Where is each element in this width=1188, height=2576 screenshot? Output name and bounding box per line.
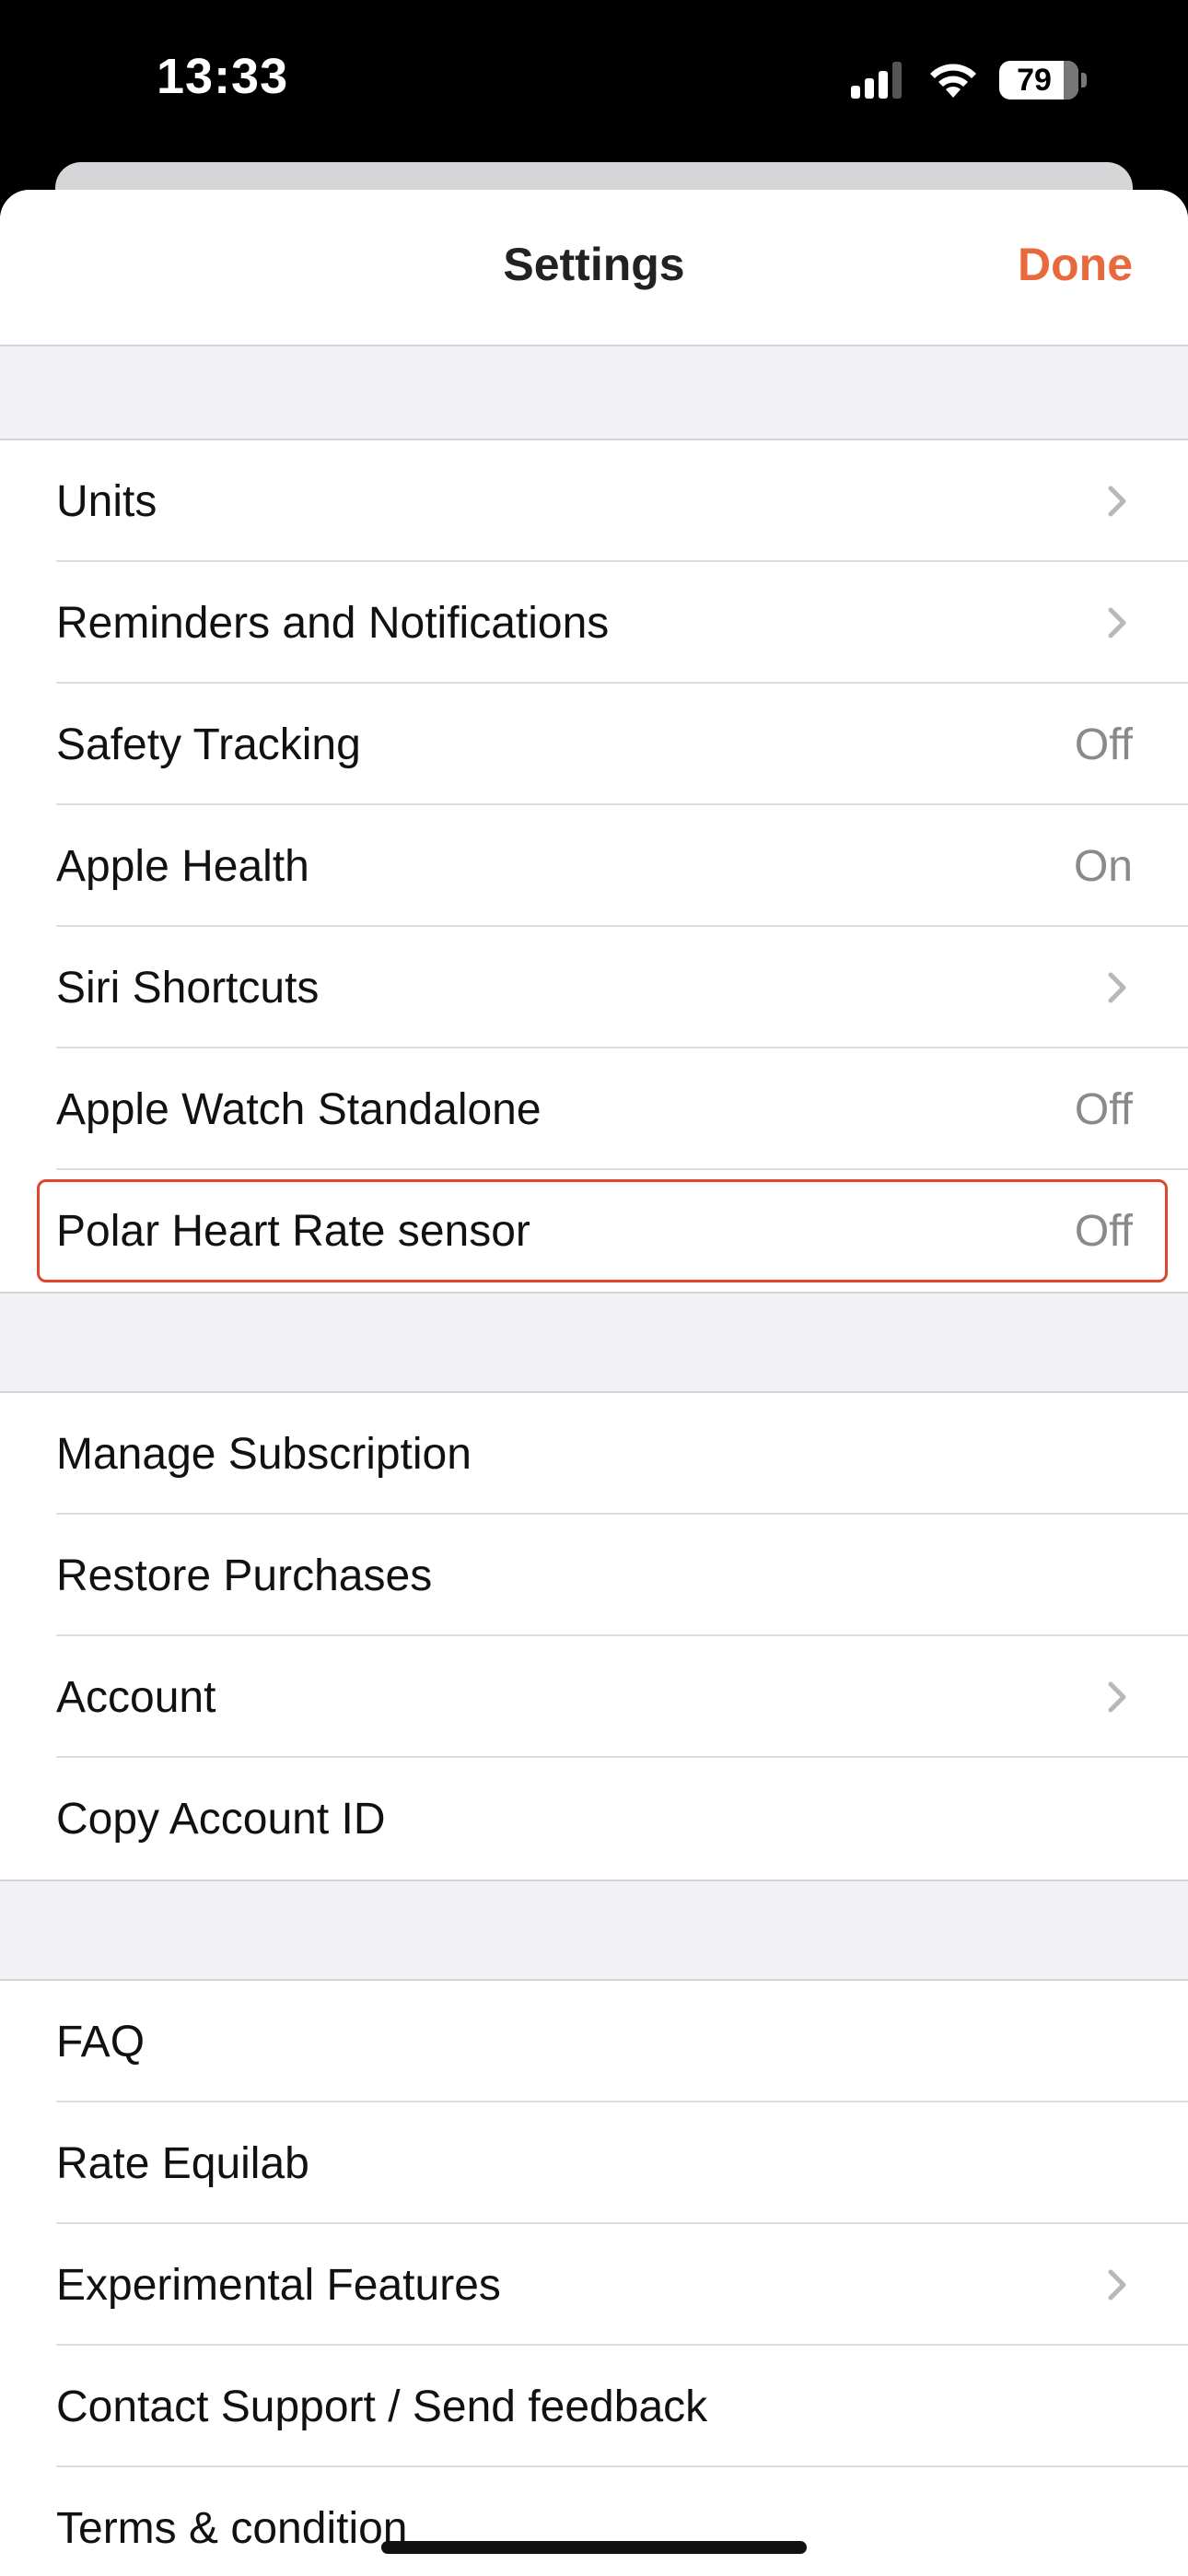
- row-label: Experimental Features: [56, 2260, 501, 2310]
- row-label: Restore Purchases: [56, 1551, 433, 1600]
- row-value: On: [1073, 841, 1133, 891]
- settings-group: Manage Subscription Restore Purchases Acco…: [0, 1393, 1188, 1881]
- chevron-right-icon: [1108, 1681, 1126, 1713]
- section-gap: [0, 346, 1188, 440]
- battery-cap: [1081, 73, 1087, 88]
- settings-row-safety-tracking[interactable]: Safety Tracking Off: [0, 684, 1188, 805]
- row-label: Manage Subscription: [56, 1429, 472, 1479]
- settings-row-restore-purchases[interactable]: Restore Purchases: [0, 1515, 1188, 1636]
- settings-row-copy-account-id[interactable]: Copy Account ID: [0, 1758, 1188, 1879]
- settings-row-account[interactable]: Account: [0, 1636, 1188, 1758]
- settings-row-faq[interactable]: FAQ: [0, 1981, 1188, 2102]
- row-label: Rate Equilab: [56, 2138, 309, 2188]
- row-label: Contact Support / Send feedback: [56, 2382, 708, 2431]
- row-label: Units: [56, 476, 157, 526]
- settings-row-apple-watch-standalone[interactable]: Apple Watch Standalone Off: [0, 1048, 1188, 1170]
- chevron-right-icon: [1108, 972, 1126, 1003]
- row-value: Off: [1074, 720, 1133, 769]
- home-indicator[interactable]: [381, 2541, 807, 2554]
- settings-list: Units Reminders and Notifications Safety T…: [0, 346, 1188, 2576]
- settings-row-polar-heart-rate-sensor[interactable]: Polar Heart Rate sensor Off: [0, 1170, 1188, 1292]
- page-title: Settings: [503, 239, 685, 290]
- section-gap: [0, 1294, 1188, 1393]
- settings-group: FAQ Rate Equilab Experimental Features Cont…: [0, 1981, 1188, 2576]
- settings-group: Units Reminders and Notifications Safety T…: [0, 440, 1188, 1294]
- settings-sheet: Settings Done Units Reminders and Notific…: [0, 190, 1188, 2576]
- chevron-right-icon: [1108, 607, 1126, 638]
- row-value: Off: [1074, 1206, 1133, 1256]
- row-label: FAQ: [56, 2017, 146, 2067]
- row-label: Reminders and Notifications: [56, 598, 610, 648]
- cellular-signal-icon: [846, 62, 902, 99]
- battery-level: 79: [1017, 62, 1052, 98]
- row-label: Apple Health: [56, 841, 309, 891]
- settings-row-reminders-and-notifications[interactable]: Reminders and Notifications: [0, 562, 1188, 684]
- status-icons: 79: [846, 57, 1087, 103]
- row-label: Polar Heart Rate sensor: [56, 1206, 530, 1256]
- settings-row-units[interactable]: Units: [0, 440, 1188, 562]
- settings-row-rate-equilab[interactable]: Rate Equilab: [0, 2102, 1188, 2224]
- wifi-icon: [930, 64, 976, 98]
- status-bar: 13:33 79: [0, 0, 1188, 166]
- settings-row-manage-subscription[interactable]: Manage Subscription: [0, 1393, 1188, 1515]
- chevron-right-icon: [1108, 2269, 1126, 2301]
- section-gap: [0, 1881, 1188, 1981]
- row-label: Apple Watch Standalone: [56, 1084, 542, 1134]
- chevron-right-icon: [1108, 486, 1126, 517]
- row-label: Terms & condition: [56, 2503, 408, 2553]
- settings-row-apple-health[interactable]: Apple Health On: [0, 805, 1188, 927]
- settings-row-experimental-features[interactable]: Experimental Features: [0, 2224, 1188, 2346]
- row-label: Copy Account ID: [56, 1794, 386, 1844]
- battery-icon: 79: [999, 61, 1078, 100]
- row-label: Account: [56, 1672, 216, 1722]
- settings-row-contact-support-send-feedback[interactable]: Contact Support / Send feedback: [0, 2346, 1188, 2467]
- settings-row-siri-shortcuts[interactable]: Siri Shortcuts: [0, 927, 1188, 1048]
- row-label: Safety Tracking: [56, 720, 361, 769]
- nav-bar: Settings Done: [0, 190, 1188, 346]
- done-button[interactable]: Done: [1018, 238, 1133, 291]
- row-label: Siri Shortcuts: [56, 963, 320, 1013]
- status-time: 13:33: [157, 49, 289, 104]
- settings-row-terms-condition[interactable]: Terms & condition: [0, 2467, 1188, 2576]
- row-value: Off: [1074, 1084, 1133, 1134]
